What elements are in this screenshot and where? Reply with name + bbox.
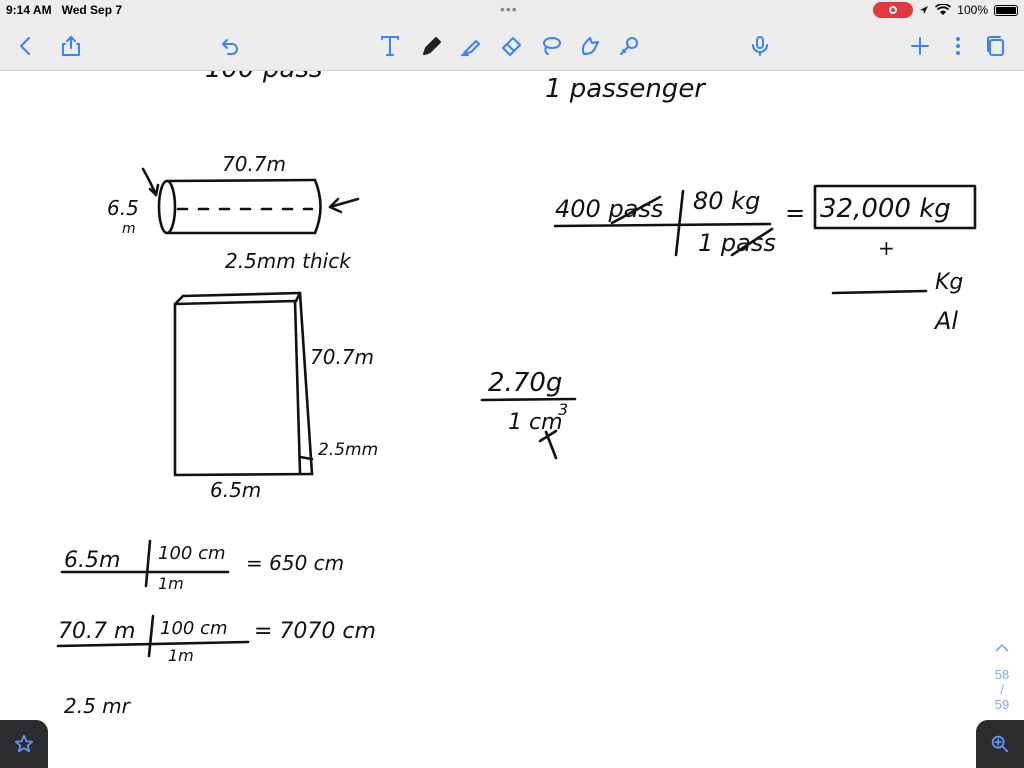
status-right: 100% <box>873 2 1018 18</box>
density-exponent: 3 <box>558 400 568 419</box>
conv2-left: 70.7 m <box>58 619 135 644</box>
conv3-left: 2.5 mr <box>64 694 132 718</box>
status-time: 9:14 AM <box>6 3 52 17</box>
cylinder-diameter-unit: m <box>122 221 136 237</box>
notes-toolbar <box>0 22 1024 71</box>
eraser-icon[interactable] <box>495 30 527 62</box>
fuselage-cylinder-drawing <box>141 167 360 235</box>
top-left-partial-text: 100 pass <box>205 71 322 84</box>
conv2-top: 100 cm <box>160 618 228 639</box>
more-icon[interactable] <box>942 30 974 62</box>
handwriting-canvas[interactable]: 100 pass 1 passenger 70.7m 6.5 m 2.5mm t… <box>0 71 1024 768</box>
calc-result: 32,000 kg <box>820 194 951 224</box>
zoom-button[interactable] <box>976 720 1024 768</box>
unrolled-sheet-drawing <box>173 291 314 477</box>
conv2-result: = 7070 cm <box>254 619 376 644</box>
density-numerator: 2.70g <box>488 368 562 398</box>
conv1-left: 6.5m <box>64 548 120 573</box>
note-page[interactable]: 100 pass 1 passenger 70.7m 6.5 m 2.5mm t… <box>0 71 1024 768</box>
previous-page-icon[interactable] <box>990 641 1014 657</box>
cylinder-thickness-label: 2.5mm thick <box>225 249 352 273</box>
al-label: Al <box>933 307 958 335</box>
calc-numerator-passengers: 400 pass <box>555 195 663 223</box>
cylinder-length-label: 70.7m <box>222 152 286 176</box>
share-icon[interactable] <box>55 30 87 62</box>
location-icon <box>920 6 929 14</box>
pages-icon[interactable] <box>980 30 1012 62</box>
sheet-width-label: 6.5m <box>210 478 261 502</box>
add-icon[interactable] <box>904 30 936 62</box>
text-tool-icon[interactable] <box>374 30 406 62</box>
battery-icon <box>994 4 1018 16</box>
status-time-date: 9:14 AM Wed Sep 7 <box>6 3 122 17</box>
blank-kg-label: Kg <box>935 270 963 295</box>
top-right-partial-text: 1 passenger <box>545 74 707 104</box>
plus-sign: + <box>878 236 895 260</box>
total-page-count: 59 <box>994 697 1010 712</box>
microphone-icon[interactable] <box>744 30 776 62</box>
pen-icon[interactable] <box>416 30 448 62</box>
page-separator: / <box>1000 682 1004 697</box>
conv1-top: 100 cm <box>158 543 226 564</box>
zoom-in-icon <box>991 735 1009 753</box>
cylinder-diameter-label: 6.5 <box>107 196 139 220</box>
calc-equals: = <box>785 199 805 227</box>
conv1-result: = 650 cm <box>246 551 344 575</box>
sheet-thickness-label: 2.5mm <box>318 440 378 460</box>
current-page-number: 58 <box>994 667 1010 682</box>
battery-percent: 100% <box>957 3 988 17</box>
sheet-height-label: 70.7m <box>310 345 374 369</box>
highlighter-icon[interactable] <box>455 30 487 62</box>
lasso-icon[interactable] <box>535 30 567 62</box>
conv1-bottom: 1m <box>158 574 184 593</box>
status-date: Wed Sep 7 <box>61 3 123 17</box>
density-denominator: 1 cm <box>508 410 563 435</box>
conv2-bottom: 1m <box>168 646 194 665</box>
calc-numerator-mass: 80 kg <box>693 187 760 215</box>
favorite-button[interactable] <box>0 720 48 768</box>
multitasking-dots-icon[interactable]: ••• <box>500 1 518 17</box>
laser-pointer-icon[interactable] <box>613 30 645 62</box>
shapes-icon[interactable] <box>574 30 606 62</box>
status-bar: 9:14 AM Wed Sep 7 ••• 100% <box>0 0 1024 22</box>
screen-recording-icon[interactable] <box>873 2 914 18</box>
back-icon[interactable] <box>10 30 42 62</box>
star-icon <box>14 734 34 753</box>
calc-denominator: 1 pass <box>698 229 776 257</box>
wifi-icon <box>935 4 952 15</box>
undo-icon[interactable] <box>214 30 246 62</box>
